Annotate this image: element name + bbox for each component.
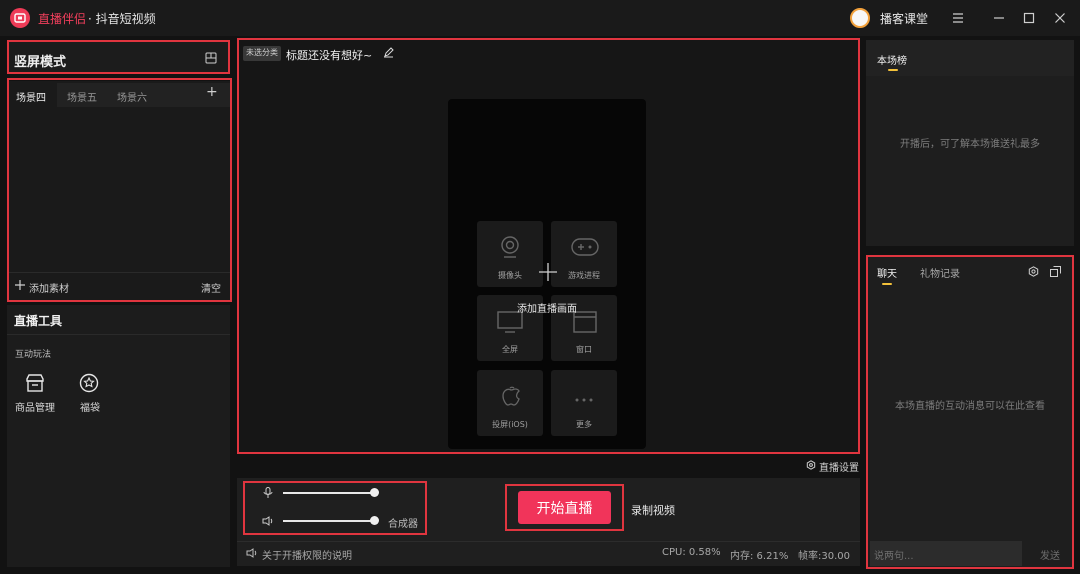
record-video-button[interactable]: 录制视频 xyxy=(631,502,675,518)
frame-rate: 帧率:30.00 xyxy=(798,551,850,562)
layout-toggle-icon[interactable] xyxy=(205,52,217,67)
maximize-icon[interactable] xyxy=(1020,9,1038,27)
audio-highlight xyxy=(243,481,427,535)
hamburger-icon[interactable] xyxy=(949,9,967,27)
rank-title[interactable]: 本场榜 xyxy=(877,52,907,67)
start-highlight xyxy=(505,484,624,531)
app-logo-icon xyxy=(10,8,30,28)
minimize-icon[interactable] xyxy=(990,9,1008,27)
rank-empty-text: 开播后，可了解本场谁送礼最多 xyxy=(900,139,1040,150)
tools-title: 直播工具 xyxy=(14,314,63,328)
product-manage-label[interactable]: 商品管理 xyxy=(15,399,55,414)
live-settings-link[interactable]: 直播设置 xyxy=(819,459,859,474)
store-icon[interactable] xyxy=(25,373,45,396)
tools-panel xyxy=(7,305,230,567)
interactive-title: 互动玩法 xyxy=(15,350,52,360)
cpu-usage: CPU: 0.58% xyxy=(662,547,721,558)
canvas-highlight xyxy=(237,38,860,454)
app-subtitle: · 抖音短视频 xyxy=(88,12,156,26)
course-link[interactable]: 播客课堂 xyxy=(880,10,928,27)
rank-tab-underline xyxy=(888,69,898,71)
chat-highlight xyxy=(866,255,1074,569)
close-icon[interactable] xyxy=(1051,9,1069,27)
screen-mode-title: 竖屏模式 xyxy=(14,55,67,70)
app-name: 直播伴侣 xyxy=(38,12,87,26)
lucky-bag-icon[interactable] xyxy=(79,373,99,396)
divider xyxy=(7,334,230,335)
permission-note-link[interactable]: 关于开播权限的说明 xyxy=(262,547,352,562)
course-avatar-icon[interactable] xyxy=(850,8,870,28)
memory-usage: 内存: 6.21% xyxy=(730,551,789,562)
scene-highlight xyxy=(7,78,232,302)
lucky-bag-label[interactable]: 福袋 xyxy=(80,399,100,414)
divider xyxy=(237,541,860,542)
settings-icon[interactable] xyxy=(806,460,816,473)
volume-icon xyxy=(246,548,258,561)
